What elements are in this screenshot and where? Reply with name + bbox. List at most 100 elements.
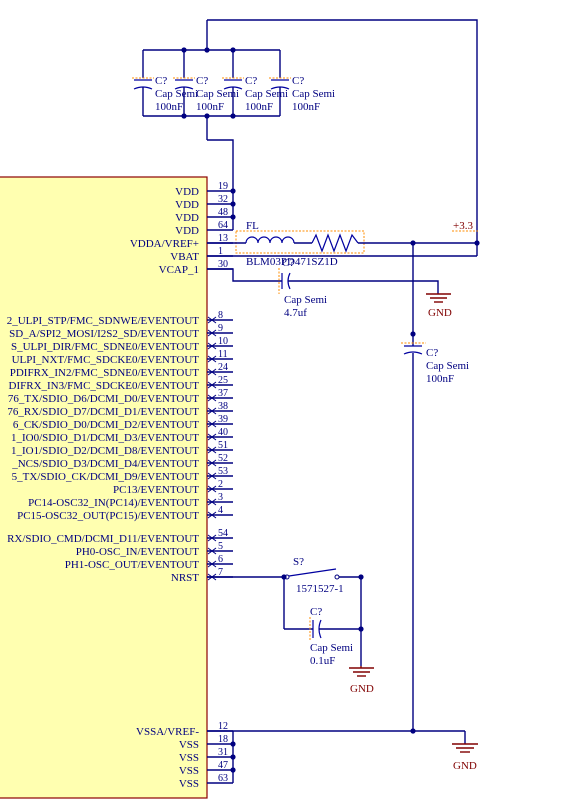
ground-symbol-3 — [452, 743, 478, 753]
pin-number: 31 — [218, 747, 228, 758]
pin-number: 24 — [218, 362, 228, 373]
pin-name: VSSA/VREF- — [136, 726, 199, 738]
pin-name: VSS — [179, 765, 199, 777]
wire-vcap — [207, 268, 282, 282]
cap-value: 100nF — [245, 101, 273, 113]
pin-number: 8 — [218, 310, 223, 321]
pin-name: VBAT — [170, 251, 199, 263]
pin-name: VDDA/VREF+ — [130, 238, 199, 250]
pin-name: VDD — [175, 186, 199, 198]
pin-number: 52 — [218, 453, 228, 464]
pin-name: S_ULPI_DIR/FMC_SDNE0/EVENTOUT — [11, 341, 199, 353]
power-port-label: +3.3 — [453, 220, 473, 232]
decoupling-capacitor[interactable]: C?Cap Semi100nF — [222, 50, 288, 116]
decoupling-capacitor[interactable]: C?Cap Semi100nF — [269, 50, 335, 116]
pin-number: 6 — [218, 554, 223, 565]
cap-value: 100nF — [155, 101, 183, 113]
pin-number: 47 — [218, 760, 228, 771]
pin-name: VCAP_1 — [159, 264, 199, 276]
ferrite-inductor-symbol[interactable] — [245, 236, 295, 244]
vdda-cap-comment: Cap Semi — [426, 360, 469, 372]
pin-number: 2 — [218, 479, 223, 490]
pin-name: VSS — [179, 778, 199, 790]
pin-name: PH0-OSC_IN/EVENTOUT — [76, 546, 200, 558]
pin-number: 5 — [218, 541, 223, 552]
ground-label-2: GND — [350, 683, 374, 695]
reset-cap-designator: C? — [310, 606, 322, 618]
pin-number: 40 — [218, 427, 228, 438]
junction-dot — [230, 767, 236, 773]
pin-number: 19 — [218, 181, 228, 192]
junction-dot — [230, 47, 236, 53]
junction-dot — [204, 113, 210, 119]
junction-dot — [358, 626, 364, 632]
pin-number: 53 — [218, 466, 228, 477]
junction-dot — [230, 741, 236, 747]
cap-value: 100nF — [196, 101, 224, 113]
pin-name: VDD — [175, 212, 199, 224]
junction-dot — [230, 214, 236, 220]
pin-name: RX/SDIO_CMD/DCMI_D11/EVENTOUT — [7, 533, 199, 545]
switch-contact-b — [334, 574, 340, 580]
pin-number: 51 — [218, 440, 228, 451]
vcap-cap-comment: Cap Semi — [284, 294, 327, 306]
junction-dot — [230, 754, 236, 760]
cap-comment: Cap Semi — [292, 88, 335, 100]
vdda-cap-value: 100nF — [426, 373, 454, 385]
junction-dot — [230, 201, 236, 207]
pin-number: 9 — [218, 323, 223, 334]
pin-name: 76_RX/SDIO_D7/DCMI_D1/EVENTOUT — [7, 406, 199, 418]
ferrite-resistor-symbol[interactable] — [311, 233, 359, 253]
reset-switch-lever[interactable] — [288, 568, 337, 577]
cap-designator: C? — [155, 75, 167, 87]
pin-name: DIFRX_IN3/FMC_SDCKE0/EVENTOUT — [9, 380, 200, 392]
cap-comment: Cap Semi — [245, 88, 288, 100]
pin-number: 54 — [218, 528, 228, 539]
junction-dot — [204, 47, 210, 53]
ground-label-3: GND — [453, 760, 477, 772]
junction-dot — [230, 113, 236, 119]
decoupling-capacitor[interactable]: C?Cap Semi100nF — [132, 50, 198, 116]
pin-name: VDD — [175, 199, 199, 211]
pin-number: 4 — [218, 505, 223, 516]
pin-name: ULPI_NXT/FMC_SDCKE0/EVENTOUT — [12, 354, 200, 366]
junction-dot — [181, 47, 187, 53]
ground-symbol-1 — [426, 293, 451, 303]
reset-circuit: S? 1571527-1 C? Cap Semi 0.1uF GND — [207, 556, 374, 695]
junction-dot — [474, 240, 480, 246]
ferrite-designator: FL — [246, 220, 259, 232]
pin-number: 64 — [218, 220, 228, 231]
pin-name: 6_CK/SDIO_D0/DCMI_D2/EVENTOUT — [13, 419, 199, 431]
vcap-cap-value: 4.7uf — [284, 307, 307, 319]
pin-name: VDD — [175, 225, 199, 237]
vcap-cap-designator: C? — [282, 257, 294, 269]
pin-name: 1_IO0/SDIO_D1/DCMI_D3/EVENTOUT — [11, 432, 199, 444]
junction-dot — [358, 574, 364, 580]
junction-dot — [410, 728, 416, 734]
pin-name: VSS — [179, 739, 199, 751]
wire-3v3-loop — [207, 19, 478, 243]
reset-cap-value: 0.1uF — [310, 655, 335, 667]
ground-label-1: GND — [428, 307, 452, 319]
pin-name: PC14-OSC32_IN(PC14)/EVENTOUT — [28, 497, 199, 509]
bottom-ground-section: GND — [207, 728, 478, 783]
pin-number: 10 — [218, 336, 228, 347]
pin-name: PC15-OSC32_OUT(PC15)/EVENTOUT — [17, 510, 199, 522]
ferrite-bead-section: FL BLM03PD471SZ1D +3.3 — [207, 220, 480, 337]
pin-name: 1_IO1/SDIO_D2/DCMI_D8/EVENTOUT — [11, 445, 199, 457]
ground-symbol-2 — [349, 666, 374, 677]
pin-name: PC13/EVENTOUT — [113, 484, 199, 496]
pin-number: 37 — [218, 388, 228, 399]
pin-name: PDIFRX_IN2/FMC_SDNE0/EVENTOUT — [10, 367, 200, 379]
pin-number: 11 — [218, 349, 228, 360]
ferrite-highlight — [235, 230, 365, 254]
pin-number: 3 — [218, 492, 223, 503]
pin-name: 76_TX/SDIO_D6/DCMI_D0/EVENTOUT — [8, 393, 199, 405]
pin-number: 32 — [218, 194, 228, 205]
pin-name: VSS — [179, 752, 199, 764]
wire-vcap-gnd — [288, 280, 439, 294]
cap-comment: Cap Semi — [155, 88, 198, 100]
reset-switch-designator: S? — [293, 556, 304, 568]
vdda-cap-designator: C? — [426, 347, 438, 359]
reset-cap-comment: Cap Semi — [310, 642, 353, 654]
